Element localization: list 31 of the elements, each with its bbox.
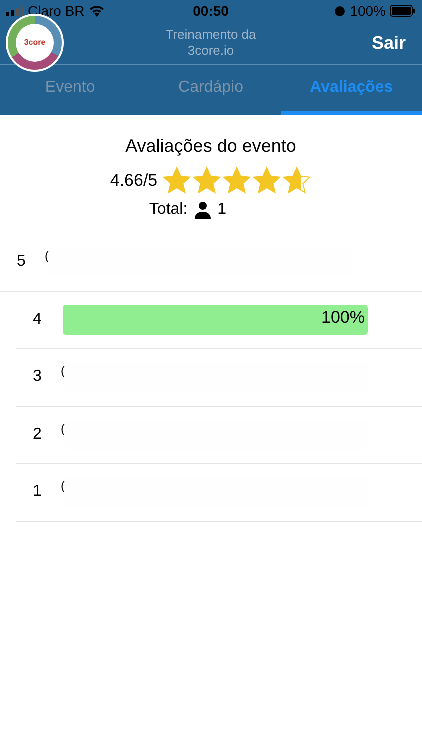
- tab[interactable]: Avaliações: [281, 65, 422, 115]
- bar-percent: (: [45, 248, 49, 266]
- bar-percent: (: [61, 363, 65, 380]
- logout-button[interactable]: Sair: [372, 30, 416, 56]
- wifi-icon: [88, 5, 105, 17]
- battery-percent: 100%: [350, 2, 386, 20]
- bar-percent: (: [61, 478, 65, 496]
- rating-score: 4.66/5: [110, 170, 158, 192]
- star-icon: [222, 166, 252, 196]
- section-title: Avaliações do evento: [126, 135, 296, 158]
- person-icon: [194, 201, 212, 219]
- logo-text: 3core: [24, 37, 46, 49]
- star-icon: [282, 166, 312, 196]
- bar-percent: (: [61, 420, 65, 438]
- total-label: Total:: [149, 200, 188, 220]
- bar-percent: 100%: [322, 306, 365, 329]
- battery-icon: [390, 5, 416, 17]
- star-icon: [252, 166, 282, 196]
- total-count: 1: [218, 200, 227, 220]
- rating-number: 1: [33, 482, 43, 502]
- tab[interactable]: Evento: [0, 65, 141, 115]
- rating-number: 5: [17, 252, 27, 272]
- rating-number: 2: [33, 424, 43, 445]
- clock-time: 00:50: [193, 2, 229, 20]
- rating-number: 3: [33, 367, 43, 388]
- signal-icon: [6, 6, 24, 16]
- rating-number: 4: [33, 310, 43, 330]
- star-icon: [162, 166, 192, 196]
- tab[interactable]: Cardápio: [140, 65, 282, 115]
- star-icon: [192, 166, 222, 196]
- header-title: Treinamento da 3core.io: [164, 27, 258, 59]
